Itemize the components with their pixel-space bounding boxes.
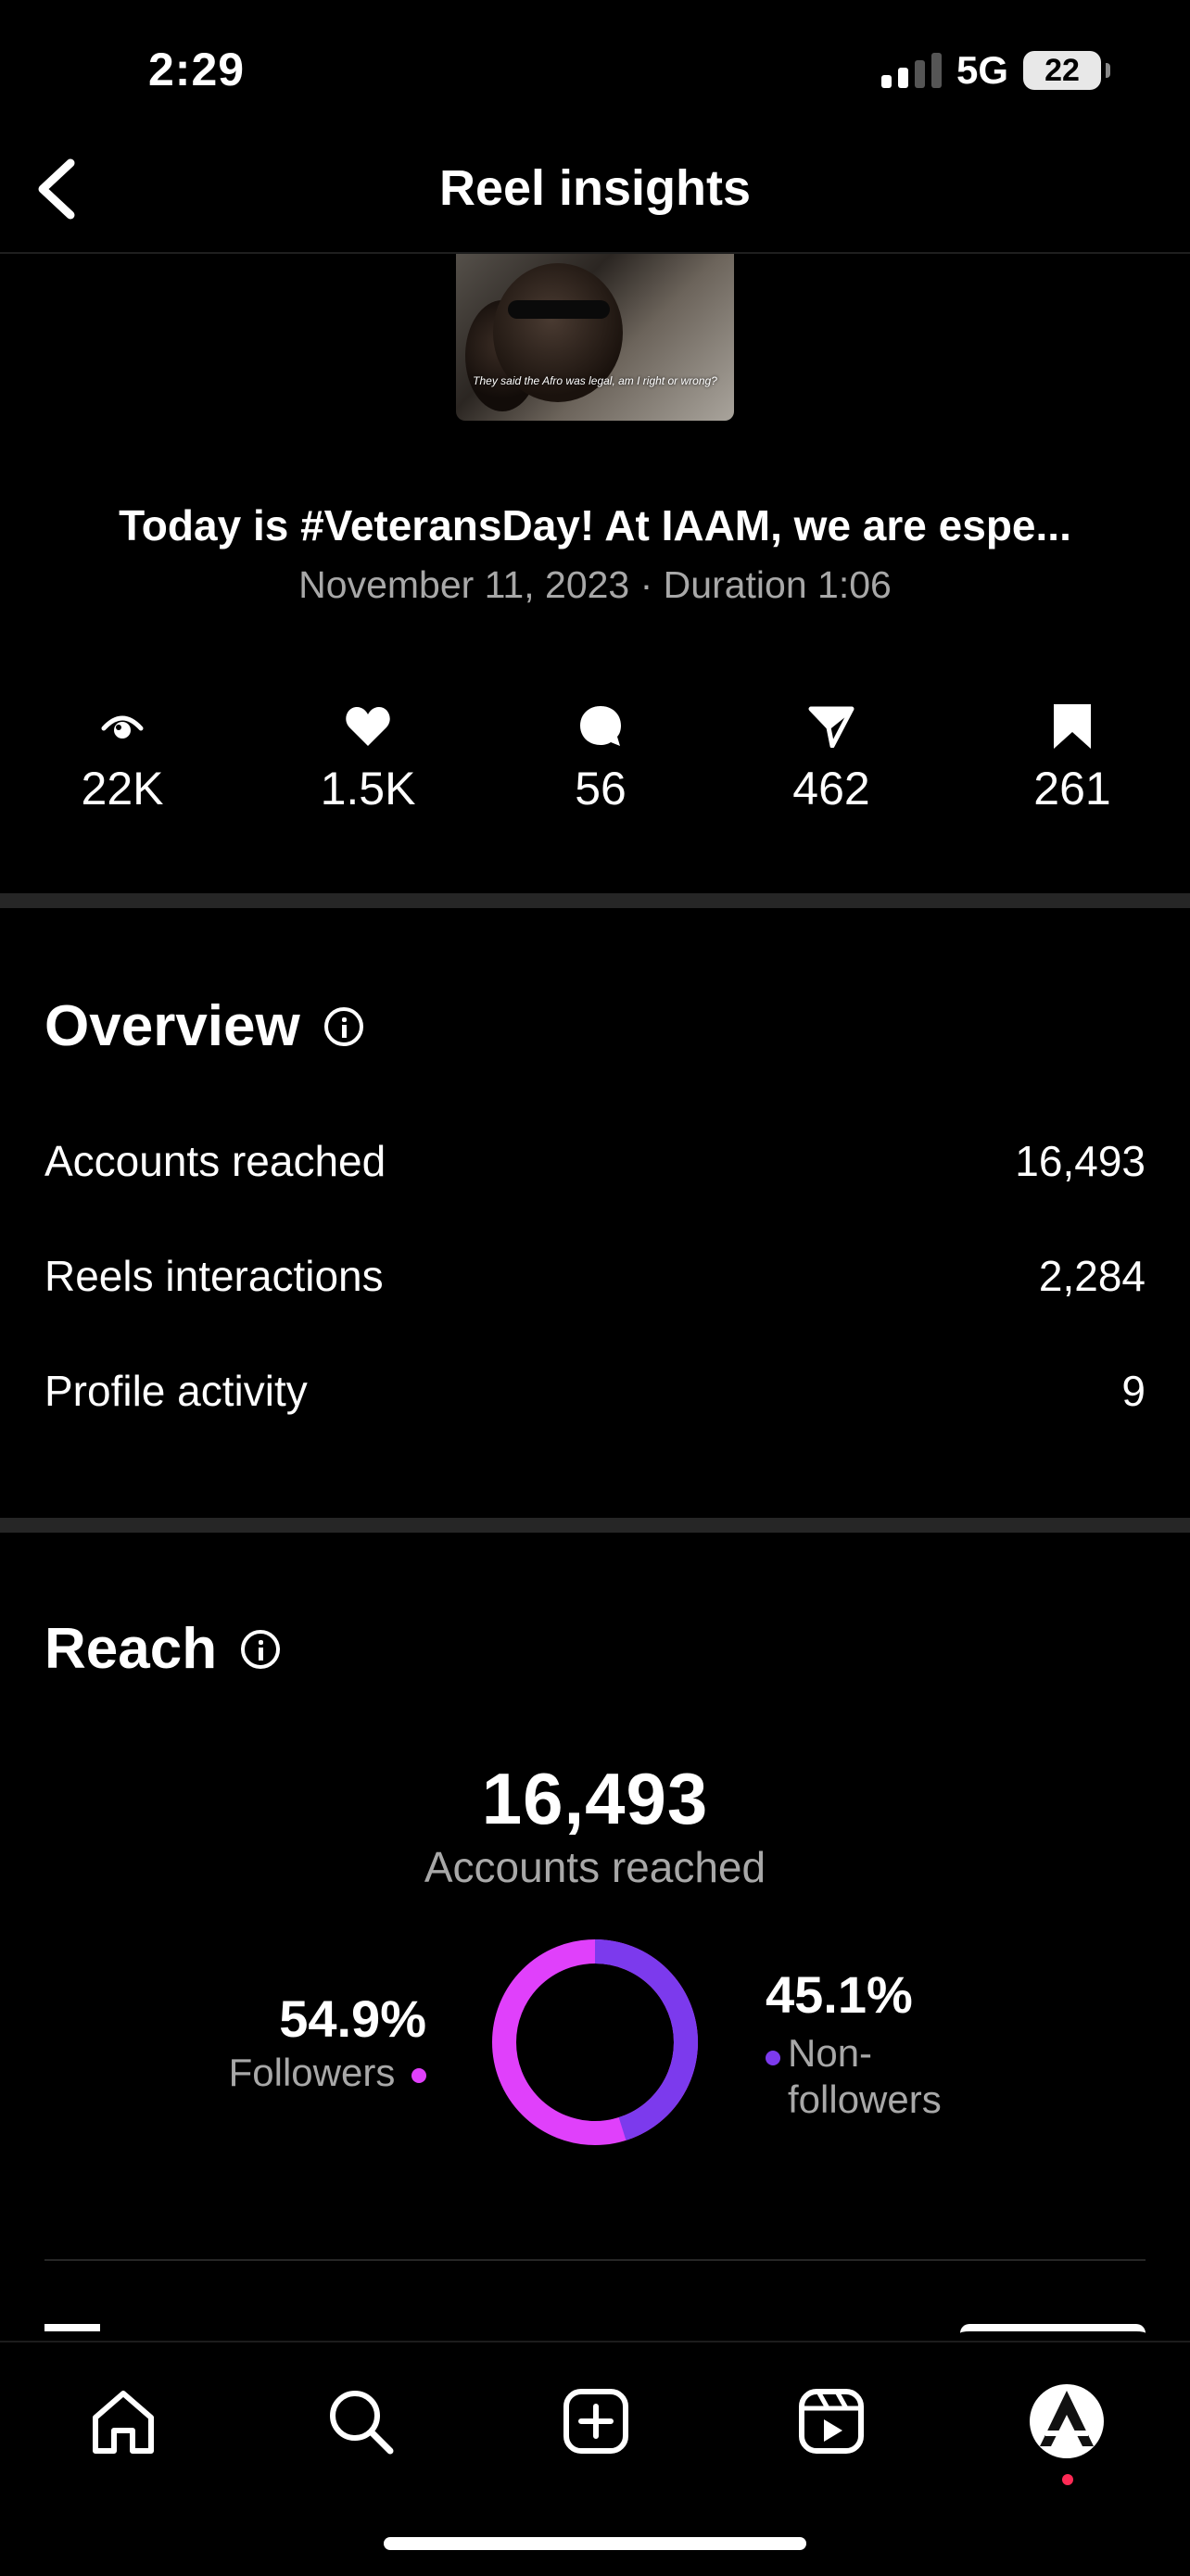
status-time: 2:29 xyxy=(148,44,246,95)
create-icon xyxy=(563,2389,628,2454)
page-title: Reel insights xyxy=(438,160,752,216)
comments-count: 56 xyxy=(575,763,627,814)
plays-count: 22K xyxy=(81,763,164,814)
followers-label: Followers xyxy=(228,2051,396,2094)
reach-total-label: Accounts reached xyxy=(424,1843,766,1891)
content-divider xyxy=(44,2259,1146,2261)
overview-row-reels-interactions[interactable]: Reels interactions 2,284 xyxy=(44,1251,1146,1301)
followers-legend: 54.9% Followers xyxy=(148,1989,426,2095)
battery-icon: 22 xyxy=(1023,51,1110,90)
overview-heading: Overview xyxy=(44,993,363,1059)
battery-level: 22 xyxy=(1044,52,1080,88)
partial-row-label xyxy=(44,2317,230,2339)
metric-shares: 462 xyxy=(739,701,924,815)
row-value: 16,493 xyxy=(1015,1137,1146,1185)
metric-likes: 1.5K xyxy=(275,701,461,815)
partial-row-value xyxy=(960,2317,1146,2339)
info-icon[interactable] xyxy=(241,1629,281,1669)
reach-donut-chart xyxy=(492,1939,698,2145)
info-icon[interactable] xyxy=(323,1006,363,1046)
reach-title: Reach xyxy=(44,1617,218,1681)
heart-icon xyxy=(346,707,390,746)
share-icon xyxy=(808,706,855,748)
overview-row-profile-activity[interactable]: Profile activity 9 xyxy=(44,1366,1146,1416)
tab-home[interactable] xyxy=(83,2381,163,2461)
search-icon xyxy=(330,2391,394,2455)
followers-dot xyxy=(411,2067,426,2083)
cellular-signal-icon xyxy=(880,53,942,88)
nonfollowers-legend: 45.1% Non- followers xyxy=(766,1964,1044,2123)
overview-row-accounts-reached[interactable]: Accounts reached 16,493 xyxy=(44,1136,1146,1186)
notification-dot xyxy=(1062,2474,1073,2485)
reels-icon xyxy=(799,2389,864,2454)
thumbnail-caption: They said the Afro was legal, am I right… xyxy=(473,374,717,387)
nonfollowers-percent: 45.1% xyxy=(766,1965,913,2024)
followers-percent: 54.9% xyxy=(279,1989,426,2048)
row-value: 2,284 xyxy=(1038,1252,1146,1300)
nonfollowers-dot xyxy=(766,2051,780,2065)
likes-count: 1.5K xyxy=(320,763,416,814)
section-divider xyxy=(0,893,1190,908)
row-label: Reels interactions xyxy=(44,1252,384,1300)
reel-caption: Today is #VeteransDay! At IAAM, we are e… xyxy=(119,501,1071,549)
shares-count: 462 xyxy=(792,763,870,814)
reach-total: 16,493 xyxy=(481,1758,709,1839)
network-type: 5G xyxy=(956,48,1008,92)
tab-create[interactable] xyxy=(556,2381,636,2461)
reel-thumbnail[interactable]: They said the Afro was legal, am I right… xyxy=(456,254,734,421)
tab-search[interactable] xyxy=(321,2381,400,2461)
row-label: Profile activity xyxy=(44,1367,308,1415)
row-value: 9 xyxy=(1121,1367,1146,1415)
saves-count: 261 xyxy=(1033,763,1111,814)
eye-icon xyxy=(101,715,144,739)
reel-date-duration: November 11, 2023 · Duration 1:06 xyxy=(298,563,892,606)
tab-reels[interactable] xyxy=(791,2381,871,2461)
row-label: Accounts reached xyxy=(44,1137,386,1185)
overview-title: Overview xyxy=(44,994,300,1058)
home-icon xyxy=(93,2391,154,2454)
comment-icon xyxy=(580,706,621,746)
tab-profile[interactable] xyxy=(1027,2381,1107,2461)
nonfollowers-label-line1: Non- xyxy=(788,2031,873,2075)
profile-avatar xyxy=(1030,2384,1104,2458)
bookmark-icon xyxy=(1054,704,1091,749)
home-indicator xyxy=(384,2537,806,2550)
nonfollowers-label-line2: followers xyxy=(788,2077,942,2121)
status-indicators: 5G 22 xyxy=(880,48,1110,93)
metric-plays: 22K xyxy=(30,701,215,815)
metric-comments: 56 xyxy=(508,701,693,815)
reach-heading: Reach xyxy=(44,1616,281,1682)
section-divider xyxy=(0,1518,1190,1533)
metric-saves: 261 xyxy=(980,701,1165,815)
